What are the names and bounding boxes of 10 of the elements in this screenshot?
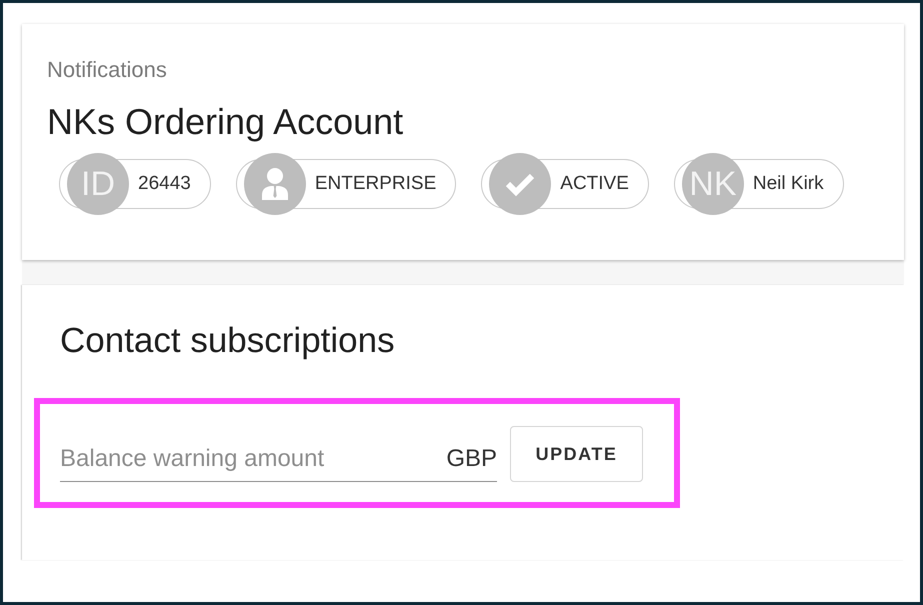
- section-label: Notifications: [47, 57, 168, 83]
- currency-suffix: GBP: [446, 445, 497, 473]
- chip-label: Neil Kirk: [752, 173, 824, 195]
- amount-field[interactable]: Balance warning amount GBP: [60, 445, 497, 482]
- chip-label: 26443: [138, 173, 191, 195]
- account-title: NKs Ordering Account: [47, 101, 404, 143]
- chip-label: ACTIVE: [560, 173, 629, 195]
- section-title: Contact subscriptions: [59, 321, 396, 361]
- update-button[interactable]: UPDATE: [510, 426, 643, 482]
- chip-label: ENTERPRISE: [314, 173, 436, 195]
